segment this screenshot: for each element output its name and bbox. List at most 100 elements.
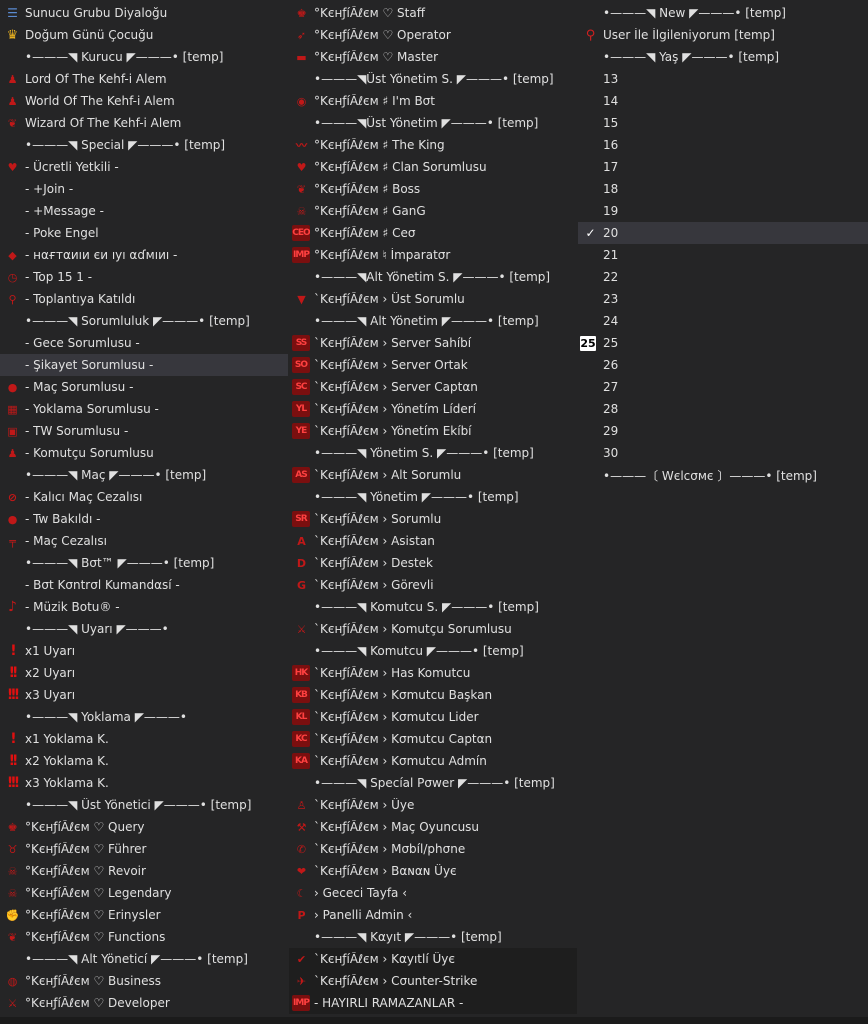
menu-item[interactable]: !! x2 Yoklama K. [0,750,288,772]
menu-item[interactable]: 24 [578,310,868,332]
menu-item[interactable]: D `KєнƒíÂℓєм › Destek [289,552,577,574]
menu-item[interactable]: •———◥ Specíal Pσwer ◤———• [temp] [289,772,577,794]
menu-item[interactable]: ♛ Doğum Günü Çocuğu [0,24,288,46]
menu-item[interactable]: •———◥ Yaş ◤———• [temp] [578,46,868,68]
menu-item[interactable]: !!! x3 Yoklama K. [0,772,288,794]
menu-item[interactable]: YL `KєнƒíÂℓєм › Yönetím Líderí [289,398,577,420]
menu-item[interactable]: •———◥ Sorumluluk ◤———• [temp] [0,310,288,332]
menu-item[interactable]: ⊘ - Kalıcı Maç Cezalısı [0,486,288,508]
menu-item[interactable]: 13 [578,68,868,90]
menu-item[interactable]: •———◥ Yönetim S. ◤———• [temp] [289,442,577,464]
menu-item[interactable]: ♚ °KєнƒíÂℓєм ♡ Staff [289,2,577,24]
menu-item[interactable]: 15 [578,112,868,134]
menu-item[interactable]: ♪ - Müzik Botu® - [0,596,288,618]
menu-item[interactable]: ♟ Lord Of The Kehf-i Alem [0,68,288,90]
menu-item[interactable]: 21 [578,244,868,266]
menu-item[interactable]: !! x2 Uyarı [0,662,288,684]
menu-item[interactable]: ▬ °KєнƒíÂℓєм ♡ Master [289,46,577,68]
menu-item[interactable]: SC `KєнƒíÂℓєм › Server Captαn [289,376,577,398]
menu-item[interactable]: ♥ °KєнƒíÂℓєм ♯ Clan Sorumlusu [289,156,577,178]
menu-item[interactable]: A `KєнƒíÂℓєм › Asistan [289,530,577,552]
menu-item[interactable]: ⚔ `KєнƒíÂℓєм › Komutçu Sorumlusu [289,618,577,640]
menu-item[interactable]: 27 [578,376,868,398]
menu-item[interactable]: •———◥ Yoklama ◤———• [0,706,288,728]
menu-item[interactable]: ⚔ °KєнƒíÂℓєм ♡ Developer [0,992,288,1014]
menu-item[interactable]: ♥ - Ücretli Yetkili - [0,156,288,178]
menu-item[interactable]: •———◥ Alt Yöneticí ◤———• [temp] [0,948,288,970]
menu-item[interactable]: 〰 °KєнƒíÂℓєм ♯ The King [289,134,577,156]
menu-item[interactable]: 22 [578,266,868,288]
menu-item[interactable]: ▣ - TW Sorumlusu - [0,420,288,442]
menu-item[interactable]: 28 [578,398,868,420]
menu-item[interactable]: ☰ Sunucu Grubu Diyaloğu [0,2,288,24]
menu-item[interactable]: ╤ - Maç Cezalısı [0,530,288,552]
menu-item[interactable]: •———◥Üst Yönetim S. ◤———• [temp] [289,68,577,90]
menu-item[interactable]: ⚒ `KєнƒíÂℓєм › Maç Oyuncusu [289,816,577,838]
menu-item[interactable]: KA `KєнƒíÂℓєм › Kσmutcu Admín [289,750,577,772]
menu-item[interactable]: - +Join - [0,178,288,200]
menu-item[interactable]: !!! x3 Uyarı [0,684,288,706]
menu-item[interactable]: ◷ - Top 15 1 - [0,266,288,288]
menu-item[interactable]: - +Message - [0,200,288,222]
menu-item[interactable]: ♉ °KєнƒíÂℓєм ♡ Führer [0,838,288,860]
menu-item[interactable]: 17 [578,156,868,178]
menu-item[interactable]: 18 [578,178,868,200]
menu-item[interactable]: ☠ °KєнƒíÂℓєм ♡ Legendary [0,882,288,904]
menu-item[interactable]: ✈ `KєнƒíÂℓєм › Cσunter-Strike [289,970,577,992]
menu-item[interactable]: •———◥ Üst Yönetici ◤———• [temp] [0,794,288,816]
menu-item[interactable]: - Bσt Kσntrσl Kumandαsí - [0,574,288,596]
menu-item[interactable]: IMP °KєнƒíÂℓєм ♮ İmparatσr [289,244,577,266]
menu-item[interactable]: ♚ °KєнƒíÂℓєм ♡ Query [0,816,288,838]
menu-item[interactable]: 14 [578,90,868,112]
menu-item[interactable]: - Şikayet Sorumlusu - [0,354,288,376]
menu-item[interactable]: KC `KєнƒíÂℓєм › Kσmutcu Captαn [289,728,577,750]
menu-item[interactable]: ! x1 Uyarı [0,640,288,662]
menu-item[interactable]: •———◥Üst Yönetim ◤———• [temp] [289,112,577,134]
menu-item[interactable]: SO `KєнƒíÂℓєм › Server Ortak [289,354,577,376]
menu-item[interactable]: - Poke Engel [0,222,288,244]
menu-item[interactable]: 30 [578,442,868,464]
menu-item[interactable]: ☾ › Gececi Tayfa ‹ [289,882,577,904]
menu-item[interactable]: KL `KєнƒíÂℓєм › Kσmutcu Lider [289,706,577,728]
menu-item[interactable]: P › Panelli Admin ‹ [289,904,577,926]
menu-item[interactable]: SR `KєнƒíÂℓєм › Sorumlu [289,508,577,530]
menu-item[interactable]: SS `KєнƒíÂℓєм › Server Sahíbí [289,332,577,354]
menu-item[interactable]: •———◥ Alt Yönetim ◤———• [temp] [289,310,577,332]
menu-item[interactable]: YE `KєнƒíÂℓєм › Yönetím Ekíbí [289,420,577,442]
menu-item[interactable]: •———〔 Wєlcσмє 〕———• [temp] [578,464,868,486]
menu-item[interactable]: 26 [578,354,868,376]
menu-item[interactable]: •———◥ Uyarı ◤———• [0,618,288,640]
menu-item[interactable]: •———◥ Kαyıt ◤———• [temp] [289,926,577,948]
menu-item[interactable]: ▦ - Yoklama Sorumlusu - [0,398,288,420]
menu-item[interactable]: •———◥ Kurucu ◤———• [temp] [0,46,288,68]
menu-item[interactable]: ❦ Wizard Of The Kehf-i Alem [0,112,288,134]
menu-item[interactable]: CEO °KєнƒíÂℓєм ♯ Ceσ [289,222,577,244]
menu-item[interactable]: ! x1 Yoklama K. [0,728,288,750]
menu-item[interactable]: KB `KєнƒíÂℓєм › Kσmutcu Başkan [289,684,577,706]
menu-item[interactable]: HK `KєнƒíÂℓєм › Has Komutcu [289,662,577,684]
menu-item[interactable]: ☠ °KєнƒíÂℓєм ♯ GanG [289,200,577,222]
menu-item[interactable]: ✔ `KєнƒíÂℓєм › Kαyıtlí Üyє [289,948,577,970]
menu-item[interactable]: ❤ `KєнƒíÂℓєм › Bαɴαɴ Üує [289,860,577,882]
menu-item[interactable]: •———◥ Yönetim ◤———• [temp] [289,486,577,508]
menu-item[interactable]: ◍ °KєнƒíÂℓєм ♡ Business [0,970,288,992]
menu-item[interactable]: ✓ 20 [578,222,868,244]
menu-item[interactable]: ◉ °KєнƒíÂℓєм ♯ I'm Bσt [289,90,577,112]
menu-item[interactable]: ♙ `KєнƒíÂℓєм › Üye [289,794,577,816]
menu-item[interactable]: ✊ °KєнƒíÂℓєм ♡ Erinysler [0,904,288,926]
menu-item[interactable]: 29 [578,420,868,442]
menu-item[interactable]: 19 [578,200,868,222]
menu-item[interactable]: ✆ `KєнƒíÂℓєм › Mσbíl/phσne [289,838,577,860]
bottom-scrollbar[interactable] [0,1017,868,1024]
menu-item[interactable]: G `KєнƒíÂℓєм › Görevli [289,574,577,596]
menu-item[interactable]: ● - Tw Bakıldı - [0,508,288,530]
menu-item[interactable]: AS `KєнƒíÂℓєм › Alt Sorumlu [289,464,577,486]
menu-item[interactable]: ♟ - Komutçu Sorumlusu [0,442,288,464]
menu-item[interactable]: •———◥ Special ◤———• [temp] [0,134,288,156]
menu-item[interactable]: ▼ `KєнƒíÂℓєм › Üst Sorumlu [289,288,577,310]
menu-item[interactable]: •———◥ Bσt™ ◤———• [temp] [0,552,288,574]
menu-item[interactable]: •———◥ Komutcu S. ◤———• [temp] [289,596,577,618]
menu-item[interactable]: 16 [578,134,868,156]
menu-item[interactable]: 25 25 [578,332,868,354]
menu-item[interactable]: ◆ - нαғтαиıи єи ıуı αɗмıиı - [0,244,288,266]
